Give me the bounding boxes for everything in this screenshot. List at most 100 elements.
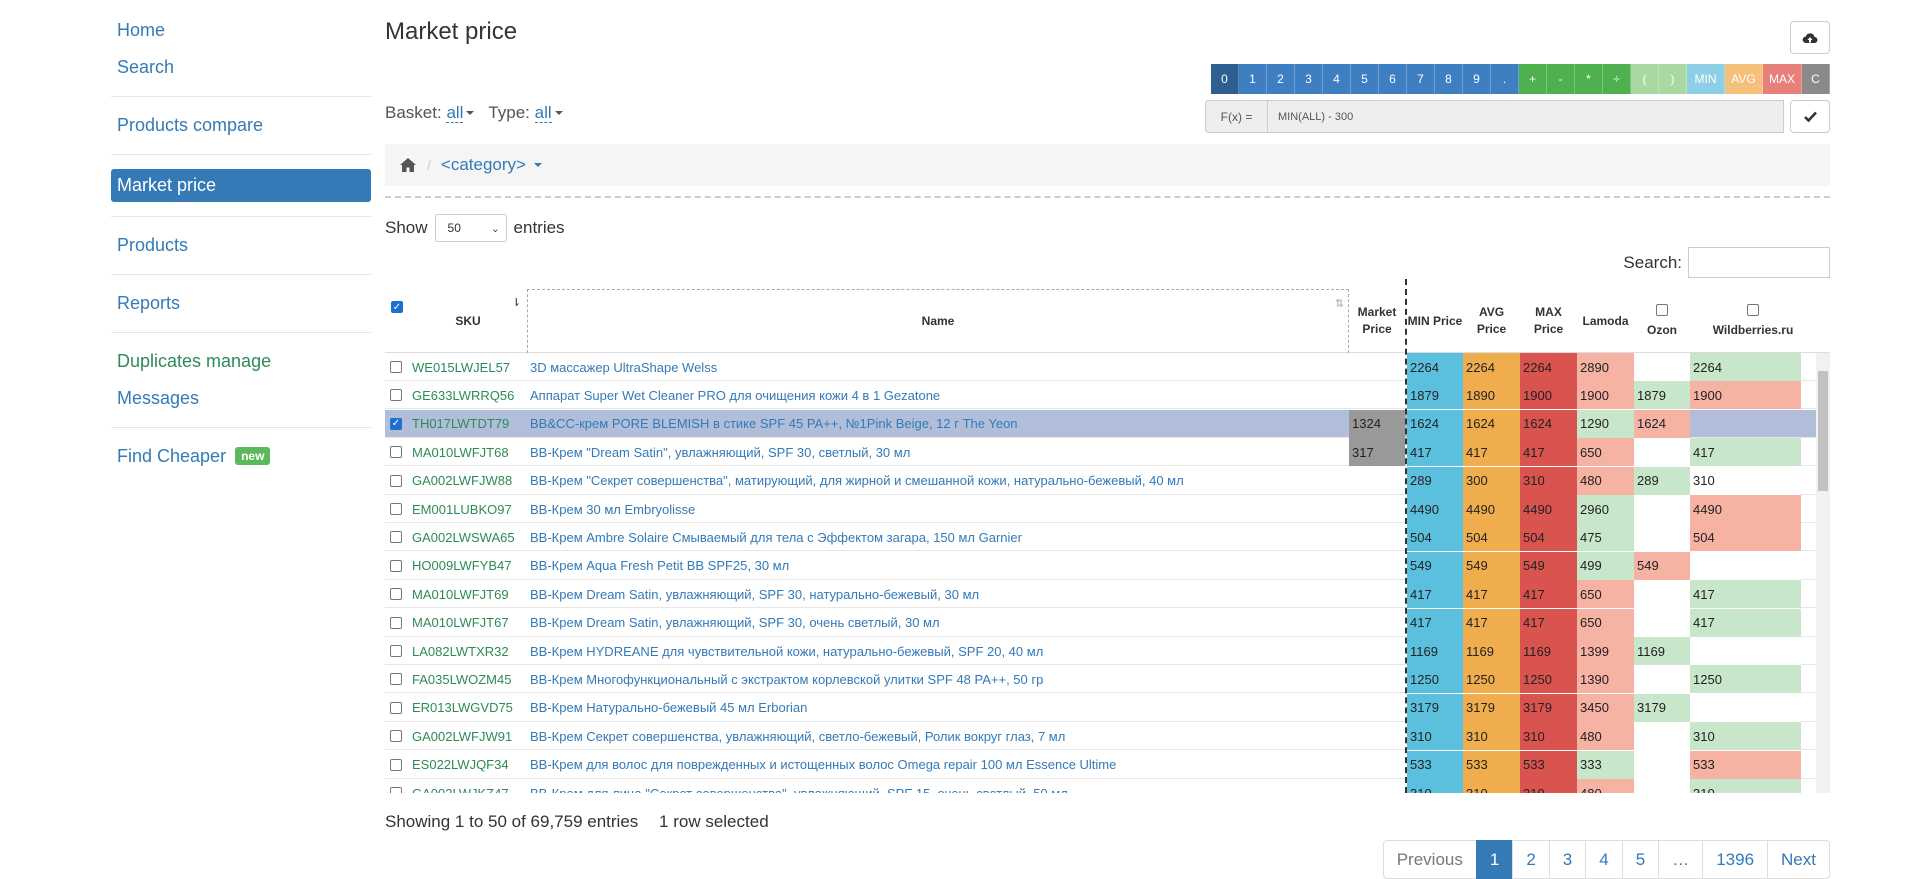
calc-key-1[interactable]: 1 [1238, 64, 1267, 94]
nav-home[interactable]: Home [111, 16, 371, 45]
calc-key-17[interactable]: MIN [1686, 64, 1725, 94]
table-row[interactable]: MA010LWFJT69 ВВ-Крем Dream Satin, увлажня… [385, 580, 1830, 609]
calc-key-12[interactable]: - [1546, 64, 1575, 94]
col-market-price[interactable]: Market Price [1349, 289, 1405, 353]
table-row[interactable]: ER013LWGVD75 ВВ-Крем Натурально-бежевый 4… [385, 693, 1830, 722]
product-name-link[interactable]: ВВ-Крем Секрет совершенства, увлажняющий… [527, 722, 1349, 750]
row-checkbox[interactable] [390, 531, 402, 544]
sku-cell[interactable]: GA002LWFJW91 [409, 722, 527, 750]
market-price-cell[interactable] [1349, 665, 1405, 693]
page-button[interactable]: 1396 [1702, 840, 1769, 879]
table-row[interactable]: GA002LWJKZ47 ВВ-Крем для лица "Секрет сов… [385, 779, 1830, 793]
row-checkbox[interactable] [390, 503, 402, 515]
product-name-link[interactable]: 3D массажер UltraShape Welss [527, 353, 1349, 381]
market-price-cell[interactable] [1349, 751, 1405, 779]
row-checkbox[interactable] [390, 559, 402, 572]
calc-key-7[interactable]: 7 [1406, 64, 1435, 94]
row-checkbox[interactable] [390, 787, 402, 793]
table-row[interactable]: WE015LWJEL57 3D массажер UltraShape Welss… [385, 353, 1830, 381]
page-button[interactable]: … [1658, 840, 1704, 879]
product-name-link[interactable]: ВВ-Крем "Секрет совершенства", матирующи… [527, 467, 1349, 495]
col-max-price[interactable]: MAX Price [1520, 289, 1577, 353]
table-row[interactable]: EM001LUBKO97 ВВ-Крем 30 мл Embryolisse 449… [385, 495, 1830, 523]
sku-cell[interactable]: ER013LWGVD75 [409, 694, 527, 722]
sku-cell[interactable]: HO009LWFYB47 [409, 552, 527, 580]
calc-key-6[interactable]: 6 [1378, 64, 1407, 94]
calc-key-16[interactable]: ) [1658, 64, 1687, 94]
formula-input[interactable]: MIN(ALL) - 300 [1267, 100, 1784, 133]
sku-cell[interactable]: ES022LWJQF34 [409, 751, 527, 779]
calc-key-15[interactable]: ( [1630, 64, 1659, 94]
col-name[interactable]: Name ⇅ [527, 289, 1349, 353]
row-checkbox[interactable] [390, 389, 402, 402]
sku-cell[interactable]: LA082LWTXR32 [409, 637, 527, 665]
sku-cell[interactable]: GA002LWJKZ47 [409, 779, 527, 794]
sku-cell[interactable]: MA010LWFJT68 [409, 438, 527, 466]
table-row[interactable]: ES022LWJQF34 ВВ-Крем для волос для повреж… [385, 750, 1830, 779]
sku-cell[interactable]: WE015LWJEL57 [409, 353, 527, 381]
table-row[interactable]: MA010LWFJT68 ВВ-Крем "Dream Satin", увлаж… [385, 438, 1830, 467]
market-price-cell[interactable] [1349, 523, 1405, 551]
page-button[interactable]: 3 [1548, 840, 1587, 879]
market-price-cell[interactable] [1349, 495, 1405, 523]
product-name-link[interactable]: ВВ-Крем 30 мл Embryolisse [527, 495, 1349, 523]
page-button[interactable]: 4 [1585, 840, 1623, 879]
table-row[interactable]: HO009LWFYB47 ВВ-Крем Aqua Fresh Petit BB … [385, 551, 1830, 580]
market-price-cell[interactable] [1349, 722, 1405, 750]
calc-key-10[interactable]: . [1490, 64, 1519, 94]
market-price-cell[interactable] [1349, 779, 1405, 793]
market-price-cell[interactable] [1349, 381, 1405, 409]
market-price-cell[interactable] [1349, 353, 1405, 381]
sku-cell[interactable]: GA002LWFJW88 [409, 467, 527, 495]
col-min-price[interactable]: MIN Price [1407, 289, 1463, 353]
market-price-cell[interactable] [1349, 637, 1405, 665]
col-avg-price[interactable]: AVG Price [1463, 289, 1520, 353]
type-dropdown[interactable]: all [534, 103, 552, 123]
market-price-cell[interactable] [1349, 467, 1405, 495]
nav-messages[interactable]: Messages [111, 384, 371, 413]
next-page-button[interactable]: Next [1767, 840, 1830, 879]
table-row[interactable]: GA002LWSWA65 ВВ-Крем Ambre Solaire Смывае… [385, 523, 1830, 552]
nav-find-cheaper[interactable]: Find Cheaper new [111, 442, 371, 471]
search-input[interactable] [1688, 247, 1830, 278]
nav-products-compare[interactable]: Products compare [111, 111, 371, 140]
nav-duplicates[interactable]: Duplicates manage [111, 347, 371, 376]
calc-key-19[interactable]: MAX [1762, 64, 1802, 94]
sku-cell[interactable]: TH017LWTDT79 [409, 410, 527, 438]
calc-key-0[interactable]: 0 [1210, 64, 1239, 94]
table-row[interactable]: FA035LWOZM45 ВВ-Крем Многофункциональный … [385, 665, 1830, 694]
product-name-link[interactable]: ВВ-Крем "Dream Satin", увлажняющий, SPF … [527, 438, 1349, 466]
col-ozon[interactable]: Ozon [1634, 289, 1690, 353]
product-name-link[interactable]: ВВ-Крем Dream Satin, увлажняющий, SPF 30… [527, 580, 1349, 608]
col-sku[interactable]: SKU ⇂ [409, 289, 527, 353]
row-checkbox[interactable] [390, 616, 402, 629]
calc-key-4[interactable]: 4 [1322, 64, 1351, 94]
market-price-cell[interactable] [1349, 552, 1405, 580]
row-checkbox[interactable] [390, 701, 402, 714]
basket-dropdown[interactable]: all [446, 103, 464, 123]
row-checkbox[interactable] [390, 758, 402, 771]
nav-search[interactable]: Search [111, 53, 371, 82]
table-row[interactable]: GE633LWRRQ56 Аппарат Super Wet Cleaner PR… [385, 381, 1830, 410]
col-wildberries[interactable]: Wildberries.ru [1690, 289, 1816, 353]
page-button[interactable]: 2 [1512, 840, 1550, 879]
row-checkbox[interactable] [390, 446, 402, 459]
nav-market-price[interactable]: Market price [111, 169, 371, 202]
calc-key-13[interactable]: * [1574, 64, 1603, 94]
table-scrollbar[interactable] [1816, 353, 1830, 793]
product-name-link[interactable]: Аппарат Super Wet Cleaner PRO для очищен… [527, 381, 1349, 409]
select-all-checkbox[interactable]: ✓ [391, 301, 403, 313]
row-checkbox[interactable] [390, 673, 402, 686]
table-row[interactable]: GA002LWFJW91 ВВ-Крем Секрет совершенства,… [385, 722, 1830, 751]
ozon-checkbox[interactable] [1656, 303, 1668, 316]
calc-key-2[interactable]: 2 [1266, 64, 1295, 94]
row-checkbox[interactable] [390, 361, 402, 373]
cloud-upload-button[interactable] [1790, 21, 1830, 54]
col-lamoda[interactable]: Lamoda [1577, 289, 1634, 353]
page-button[interactable]: 1 [1475, 840, 1514, 879]
product-name-link[interactable]: ВВ-Крем для волос для поврежденных и ист… [527, 751, 1349, 779]
nav-products[interactable]: Products [111, 231, 371, 260]
sku-cell[interactable]: FA035LWOZM45 [409, 665, 527, 693]
row-checkbox[interactable] [390, 474, 402, 487]
market-price-cell[interactable]: 317 [1349, 438, 1405, 467]
